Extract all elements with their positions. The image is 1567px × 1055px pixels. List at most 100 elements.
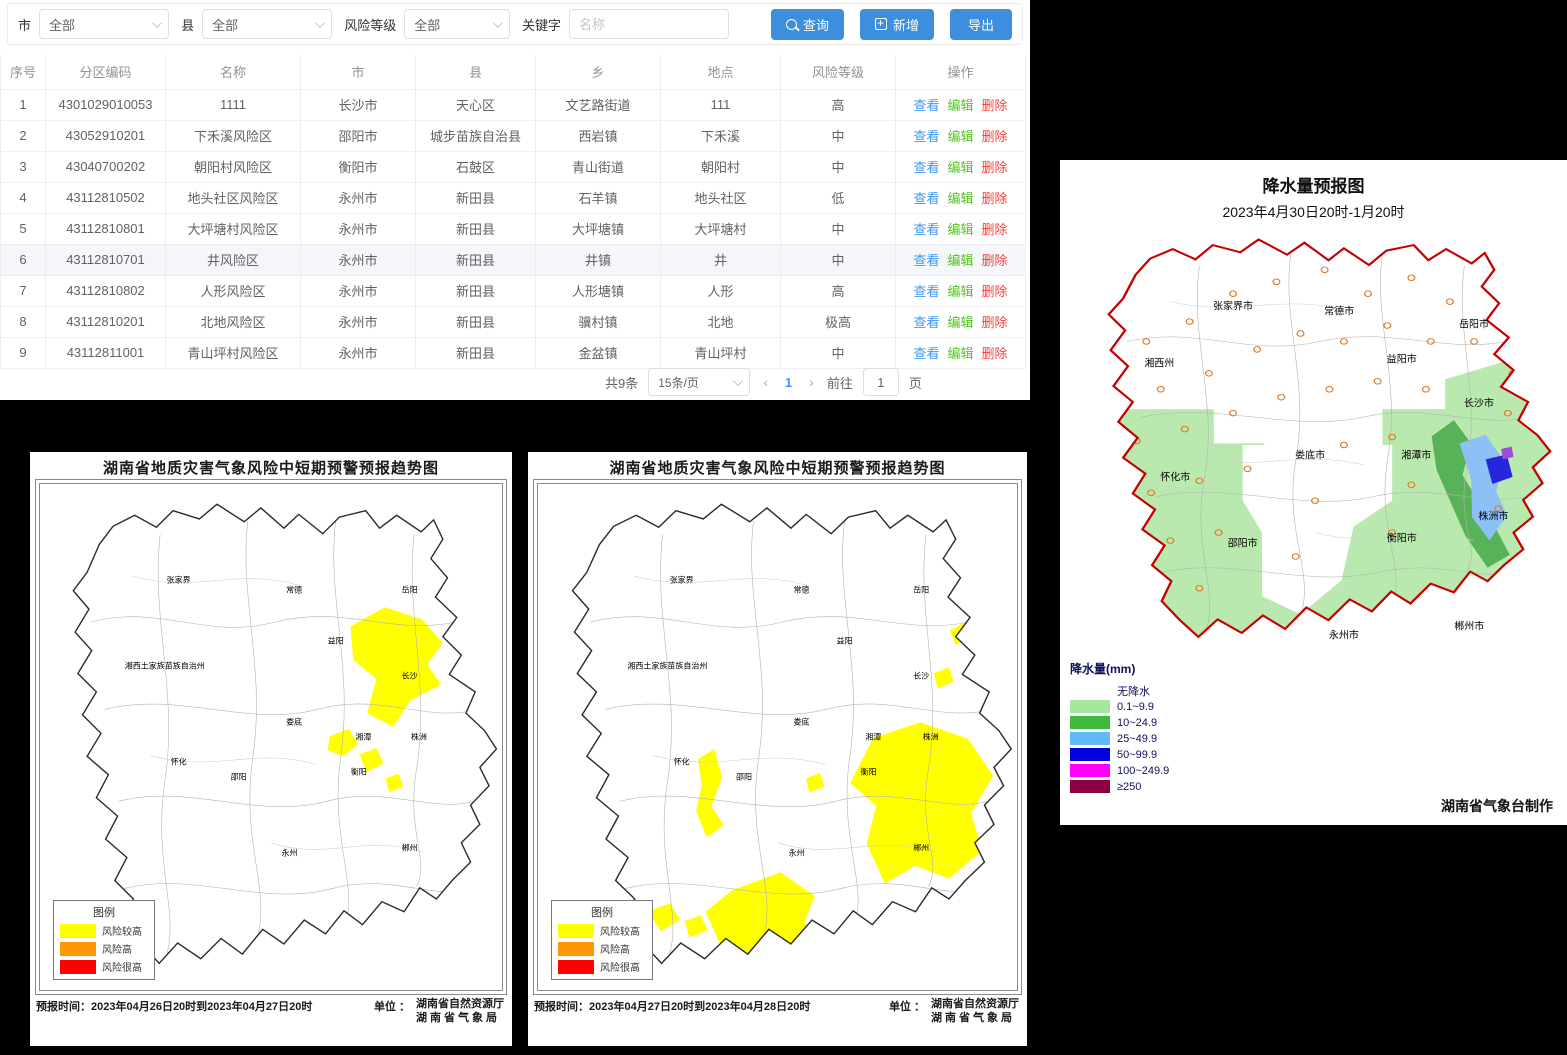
map-city-label: 湘潭 xyxy=(865,732,881,743)
delete-link[interactable]: 删除 xyxy=(982,160,1008,175)
table-cell: 高 xyxy=(781,275,896,306)
trend-map-1-footer: 预报时间：2023年04月26日20时到2023年04月27日20时 单位 ： … xyxy=(30,995,512,1026)
trend-map-2: 图例 风险较高 风险高 风险很高 张家界常德岳阳湘西土家族苗族自治州益阳长沙娄底… xyxy=(537,483,1018,991)
delete-link[interactable]: 删除 xyxy=(982,222,1008,237)
city-select[interactable]: 全部 xyxy=(39,9,169,39)
map-city-label: 益阳市 xyxy=(1387,350,1417,365)
map-city-label: 张家界 xyxy=(167,575,191,586)
map-city-label: 常德 xyxy=(286,585,302,596)
edit-link[interactable]: 编辑 xyxy=(947,346,973,361)
county-select[interactable]: 全部 xyxy=(202,9,332,39)
legend-title: 图例 xyxy=(558,904,646,920)
view-link[interactable]: 查看 xyxy=(913,346,939,361)
edit-link[interactable]: 编辑 xyxy=(947,253,973,268)
row-actions: 查看编辑删除 xyxy=(896,213,1026,244)
table-row[interactable]: 443112810502地头社区风险区永州市新田县石羊镇地头社区低查看编辑删除 xyxy=(1,182,1026,213)
table-row[interactable]: 343040700202朝阳村风险区衡阳市石鼓区青山街道朝阳村中查看编辑删除 xyxy=(1,151,1026,182)
table-cell: 中 xyxy=(781,120,896,151)
view-link[interactable]: 查看 xyxy=(913,129,939,144)
keyword-input[interactable] xyxy=(569,9,729,39)
trend-map-panel-1: 湖南省地质灾害气象风险中短期预警预报趋势图 图例 风险较高 风险高 风险很高 xyxy=(30,452,512,1046)
risk-level-select[interactable]: 全部 xyxy=(404,9,510,39)
map-city-label: 永州 xyxy=(789,848,805,859)
delete-link[interactable]: 删除 xyxy=(982,315,1008,330)
edit-link[interactable]: 编辑 xyxy=(947,98,973,113)
current-page[interactable]: 1 xyxy=(781,375,796,390)
edit-link[interactable]: 编辑 xyxy=(947,315,973,330)
edit-link[interactable]: 编辑 xyxy=(947,160,973,175)
table-cell: 1 xyxy=(1,89,46,120)
forecast-time: 预报时间：2023年04月27日20时到2023年04月28日20时 xyxy=(534,998,810,1014)
trend-map-panel-2: 湖南省地质灾害气象风险中短期预警预报趋势图 图例 xyxy=(528,452,1027,1046)
delete-link[interactable]: 删除 xyxy=(982,191,1008,206)
view-link[interactable]: 查看 xyxy=(913,98,939,113)
edit-link[interactable]: 编辑 xyxy=(947,284,973,299)
delete-link[interactable]: 删除 xyxy=(982,253,1008,268)
table-row[interactable]: 643112810701井风险区永州市新田县井镇井中查看编辑删除 xyxy=(1,244,1026,275)
col-header-town: 乡 xyxy=(536,55,661,89)
map-city-label: 永州市 xyxy=(1329,626,1359,641)
row-actions: 查看编辑删除 xyxy=(896,151,1026,182)
col-header-name: 名称 xyxy=(166,55,301,89)
page-size-select[interactable]: 15条/页 xyxy=(648,368,750,396)
table-row[interactable]: 943112811001青山坪村风险区永州市新田县金盆镇青山坪村中查看编辑删除 xyxy=(1,337,1026,368)
rain-forecast-panel: 降水量预报图 2023年4月30日20时-1月20时 xyxy=(1060,160,1567,825)
table-row[interactable]: 843112810201北地风险区永州市新田县骥村镇北地极高查看编辑删除 xyxy=(1,306,1026,337)
table-cell: 青山坪村 xyxy=(661,337,781,368)
map-city-label: 常德 xyxy=(793,585,809,596)
view-link[interactable]: 查看 xyxy=(913,222,939,237)
table-cell: 4301029010053 xyxy=(46,89,166,120)
goto-page-input[interactable] xyxy=(863,368,899,396)
map-city-label: 湘西土家族苗族自治州 xyxy=(125,661,205,672)
view-link[interactable]: 查看 xyxy=(913,253,939,268)
search-button[interactable]: 查询 xyxy=(771,9,844,40)
table-cell: 永州市 xyxy=(301,182,416,213)
trend-map-2-frame: 图例 风险较高 风险高 风险很高 张家界常德岳阳湘西土家族苗族自治州益阳长沙娄底… xyxy=(533,479,1022,995)
delete-link[interactable]: 删除 xyxy=(982,284,1008,299)
add-button[interactable]: 新增 xyxy=(860,9,934,40)
next-page-icon[interactable]: › xyxy=(806,374,817,390)
map-city-label: 邵阳市 xyxy=(1228,534,1258,549)
delete-link[interactable]: 删除 xyxy=(982,98,1008,113)
view-link[interactable]: 查看 xyxy=(913,315,939,330)
table-cell: 永州市 xyxy=(301,275,416,306)
row-actions: 查看编辑删除 xyxy=(896,337,1026,368)
table-cell: 永州市 xyxy=(301,337,416,368)
map-city-label: 株洲 xyxy=(923,732,939,743)
city-select-value: 全部 xyxy=(49,15,75,34)
edit-link[interactable]: 编辑 xyxy=(947,222,973,237)
view-link[interactable]: 查看 xyxy=(913,191,939,206)
table-cell: 4 xyxy=(1,182,46,213)
map-city-label: 郴州 xyxy=(913,843,929,854)
row-actions: 查看编辑删除 xyxy=(896,275,1026,306)
delete-link[interactable]: 删除 xyxy=(982,129,1008,144)
map-city-label: 怀化 xyxy=(674,757,690,768)
county-filter-label: 县 xyxy=(181,15,194,34)
table-cell: 北地 xyxy=(661,306,781,337)
view-link[interactable]: 查看 xyxy=(913,284,939,299)
col-header-code: 分区编码 xyxy=(46,55,166,89)
edit-link[interactable]: 编辑 xyxy=(947,129,973,144)
county-select-value: 全部 xyxy=(212,15,238,34)
view-link[interactable]: 查看 xyxy=(913,160,939,175)
table-row[interactable]: 243052910201下禾溪风险区邵阳市城步苗族自治县西岩镇下禾溪中查看编辑删… xyxy=(1,120,1026,151)
col-header-risk: 风险等级 xyxy=(781,55,896,89)
delete-link[interactable]: 删除 xyxy=(982,346,1008,361)
map-city-label: 株洲市 xyxy=(1478,508,1508,523)
table-cell: 43112810801 xyxy=(46,213,166,244)
table-cell: 6 xyxy=(1,244,46,275)
table-row[interactable]: 543112810801大坪塘村风险区永州市新田县大坪塘镇大坪塘村中查看编辑删除 xyxy=(1,213,1026,244)
city-filter-label: 市 xyxy=(18,15,31,34)
chevron-down-icon xyxy=(315,18,325,28)
chevron-down-icon xyxy=(493,18,503,28)
export-button[interactable]: 导出 xyxy=(950,9,1012,40)
table-row[interactable]: 743112810802人形风险区永州市新田县人形塘镇人形高查看编辑删除 xyxy=(1,275,1026,306)
prev-page-icon[interactable]: ‹ xyxy=(760,374,771,390)
table-cell: 骥村镇 xyxy=(536,306,661,337)
map-city-label: 长沙 xyxy=(913,671,929,682)
table-cell: 西岩镇 xyxy=(536,120,661,151)
table-cell: 井 xyxy=(661,244,781,275)
table-cell: 大坪塘村风险区 xyxy=(166,213,301,244)
edit-link[interactable]: 编辑 xyxy=(947,191,973,206)
table-row[interactable]: 143010290100531111长沙市天心区文艺路街道111高查看编辑删除 xyxy=(1,89,1026,120)
